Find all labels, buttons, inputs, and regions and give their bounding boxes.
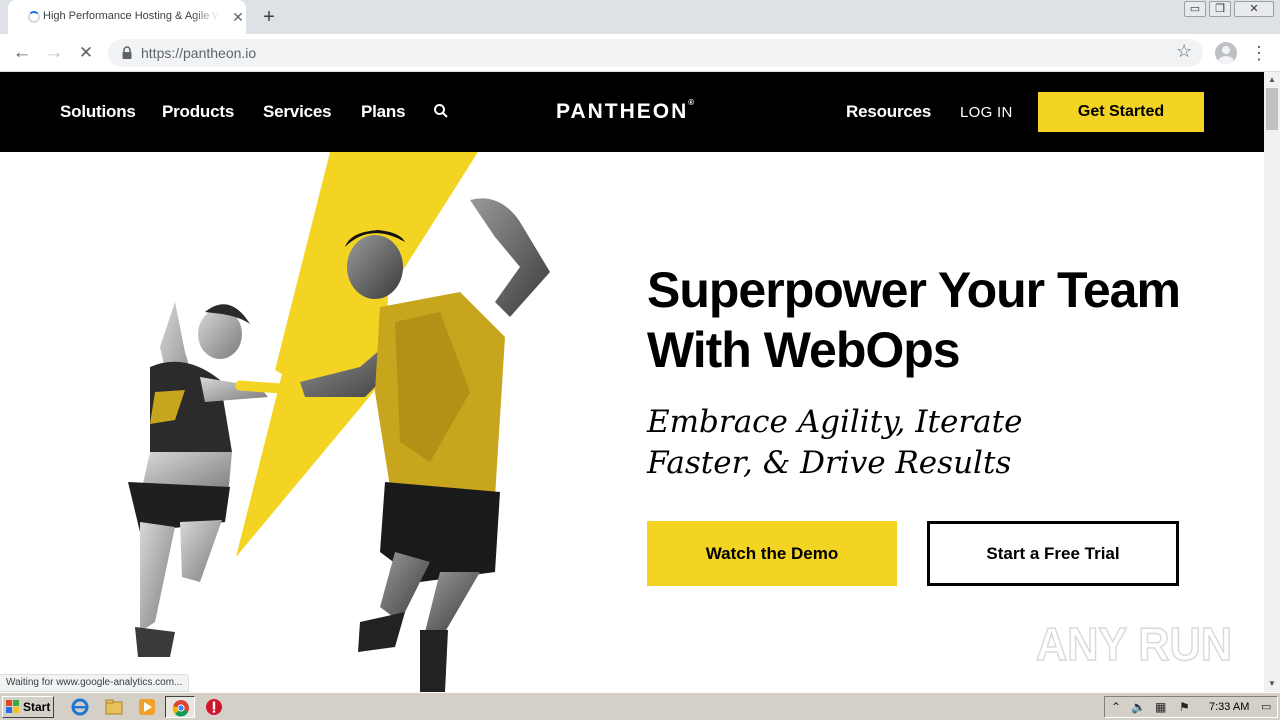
hero-section: Superpower Your Team With WebOps Embrace… [0,152,1264,692]
hero-title-line-1: Superpower Your Team [647,262,1181,318]
start-label: Start [23,700,51,714]
start-button[interactable]: Start [2,696,54,718]
hero-title-line-2: With WebOps [647,322,961,378]
antivirus-alert-icon[interactable] [204,697,224,717]
search-icon[interactable] [433,103,449,119]
hero-subtitle-line-1: Embrace Agility, Iterate [647,404,1023,440]
nav-solutions[interactable]: Solutions [60,102,136,122]
show-desktop-icon[interactable]: ▭ [1261,700,1271,713]
pantheon-logo[interactable]: PANTHEON® [556,98,695,124]
browser-toolbar: ← → ✕ https://pantheon.io ☆ ⋮ [0,34,1280,72]
site-header: Solutions Products Services Plans PANTHE… [0,72,1264,152]
loading-spinner-icon [28,11,40,23]
windows-logo-icon [6,700,19,713]
speaker-icon[interactable]: 🔈 [1131,700,1146,714]
get-started-button[interactable]: Get Started [1038,92,1204,132]
page-scrollbar[interactable]: ▲ ▼ [1264,72,1280,692]
female-runner-figure [128,302,268,657]
browser-tabstrip: High Performance Hosting & Agile WebOps … [0,0,1280,34]
hero-title: Superpower Your Team With WebOps [647,260,1237,380]
watermark-text: ANY RUN [1036,618,1232,670]
network-icon[interactable]: ▦ [1155,700,1166,714]
hero-subtitle: Embrace Agility, Iterate Faster, & Drive… [647,402,1127,484]
address-bar[interactable]: https://pantheon.io ☆ [108,39,1203,67]
window-close-button[interactable]: ✕ [1234,1,1274,17]
new-tab-button[interactable]: + [258,6,280,28]
nav-services[interactable]: Services [263,102,332,122]
media-player-icon[interactable] [137,697,157,717]
logo-registered-mark: ® [688,98,695,107]
chrome-icon [172,700,189,717]
free-trial-button[interactable]: Start a Free Trial [927,521,1179,586]
lock-icon [122,46,132,59]
login-link[interactable]: LOG IN [960,104,1013,121]
system-tray: ⌃ 🔈 ▦ ⚑ 7:33 AM ▭ [1104,696,1278,718]
browser-tab-active[interactable]: High Performance Hosting & Agile WebOps … [8,0,246,34]
browser-status-bar: Waiting for www.google-analytics.com... [0,674,190,692]
browser-menu-icon[interactable]: ⋮ [1250,41,1268,65]
profile-avatar-icon[interactable] [1215,42,1237,64]
file-explorer-icon[interactable] [104,697,124,717]
scroll-down-arrow-icon[interactable]: ▼ [1264,676,1280,692]
forward-button[interactable]: → [42,41,66,65]
hero-subtitle-line-2: Faster, & Drive Results [647,445,1012,481]
nav-plans[interactable]: Plans [361,102,406,122]
tab-title: High Performance Hosting & Agile WebOps [43,10,219,22]
logo-text: PANTHEON [556,100,689,123]
tray-expand-icon[interactable]: ⌃ [1111,700,1121,714]
window-minimize-button[interactable]: ▭ [1184,1,1206,17]
taskbar-clock[interactable]: 7:33 AM [1209,701,1249,713]
watch-demo-button[interactable]: Watch the Demo [647,521,897,586]
url-text[interactable]: https://pantheon.io [141,45,256,61]
nav-products[interactable]: Products [162,102,234,122]
scrollbar-thumb[interactable] [1266,88,1278,130]
action-center-flag-icon[interactable]: ⚑ [1179,700,1190,714]
internet-explorer-icon[interactable] [70,697,90,717]
nav-resources[interactable]: Resources [846,102,931,122]
page-viewport: Solutions Products Services Plans PANTHE… [0,72,1264,692]
taskbar-chrome-active[interactable] [165,696,195,718]
tab-close-icon[interactable]: ✕ [230,9,246,25]
anyrun-watermark: ANY RUN [1036,617,1233,671]
scroll-up-arrow-icon[interactable]: ▲ [1264,72,1280,88]
stop-loading-button[interactable]: ✕ [74,41,98,65]
back-button[interactable]: ← [10,41,34,65]
window-restore-button[interactable]: ❐ [1209,1,1231,17]
bookmark-star-icon[interactable]: ☆ [1176,41,1192,62]
windows-taskbar: Start ⌃ 🔈 ▦ ⚑ 7:33 AM ▭ [0,692,1280,720]
relay-runners-illustration [128,152,550,692]
